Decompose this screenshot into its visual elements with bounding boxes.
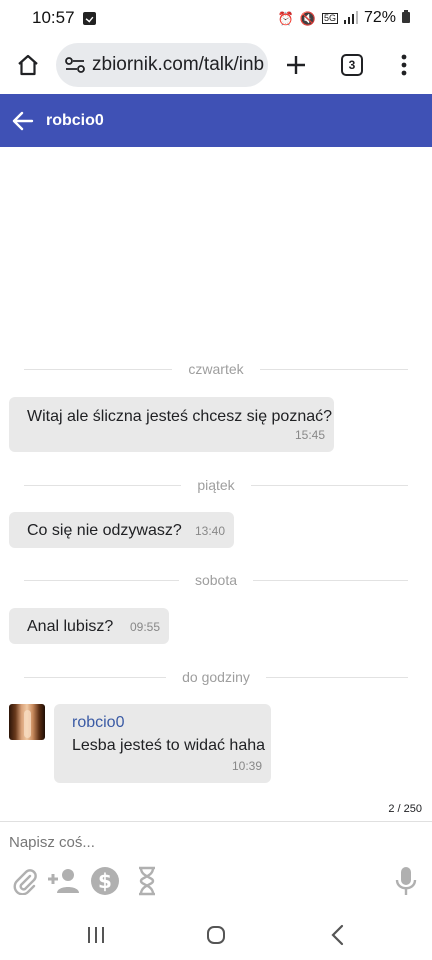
home-nav-icon — [207, 926, 225, 944]
mute-icon: 🔇 — [299, 10, 316, 26]
person-add-icon — [47, 869, 79, 893]
message-bubble[interactable]: Witaj ale śliczna jesteś chcesz się pozn… — [9, 397, 334, 452]
date-separator: sobota — [24, 570, 409, 590]
message-text: Lesba jesteś to widać haha — [72, 737, 266, 754]
date-separator: czwartek — [24, 359, 409, 379]
status-bar: 10:57 ⏰ 🔇 5G 72% — [0, 0, 432, 36]
alarm-icon: ⏰ — [277, 10, 294, 26]
message-text: Anal lubisz? — [27, 618, 114, 635]
hourglass-icon — [139, 866, 155, 896]
message-bubble[interactable]: robcio0 Lesba jesteś to widać haha 10:39 — [54, 704, 271, 783]
home-nav-button[interactable] — [203, 922, 229, 948]
battery-level: 72% — [363, 9, 396, 26]
mic-icon — [395, 867, 417, 895]
recent-apps-button[interactable] — [84, 922, 108, 948]
url-text: zbiornik.com/talk/inb — [92, 54, 265, 75]
browser-toolbar: zbiornik.com/talk/inb 3 — [0, 36, 432, 94]
message-text: Co się nie odzywasz? — [27, 522, 182, 539]
date-separator: piątek — [24, 475, 409, 495]
paperclip-icon — [13, 869, 37, 895]
address-bar[interactable]: zbiornik.com/talk/inb — [56, 43, 268, 87]
chat-header: robcio0 — [0, 94, 432, 147]
message-text: Witaj ale śliczna jesteś chcesz się pozn… — [27, 408, 333, 425]
battery-icon — [402, 10, 410, 26]
new-tab-button[interactable] — [268, 37, 324, 93]
add-person-button[interactable] — [45, 865, 80, 897]
chat-partner-name: robcio0 — [46, 111, 104, 129]
svg-text:$: $ — [98, 869, 112, 893]
avatar[interactable] — [9, 704, 45, 740]
money-button[interactable]: $ — [89, 865, 121, 897]
message-time: 15:45 — [294, 428, 325, 442]
sender-name[interactable]: robcio0 — [72, 714, 124, 732]
recent-apps-icon — [88, 927, 104, 943]
system-nav-bar — [0, 910, 432, 960]
signal-icon — [343, 10, 358, 26]
message-input[interactable]: Napisz coś... — [9, 834, 95, 851]
home-icon — [18, 54, 38, 76]
tab-switcher-button[interactable]: 3 — [324, 37, 380, 93]
back-button[interactable] — [0, 94, 46, 147]
more-vert-icon — [401, 54, 407, 76]
message-time: 13:40 — [194, 524, 225, 538]
arrow-left-icon — [12, 111, 34, 130]
home-button[interactable] — [0, 37, 56, 93]
network-type-label: 5G — [321, 12, 338, 24]
date-label: do godziny — [182, 669, 250, 685]
date-label: piątek — [197, 477, 235, 493]
composer-divider — [0, 821, 432, 822]
message-bubble[interactable]: Co się nie odzywasz? 13:40 — [9, 512, 234, 548]
date-label: sobota — [194, 572, 238, 588]
tab-count: 3 — [341, 54, 363, 76]
date-label: czwartek — [188, 361, 244, 377]
attach-button[interactable] — [11, 865, 39, 897]
message-time: 09:55 — [129, 620, 160, 634]
dollar-icon: $ — [91, 867, 119, 895]
back-nav-button[interactable] — [326, 922, 348, 948]
voice-input-button[interactable] — [394, 865, 418, 897]
browser-menu-button[interactable] — [380, 37, 428, 93]
page-counter: 2 / 250 — [388, 803, 422, 815]
site-settings-icon[interactable] — [64, 54, 86, 76]
message-time: 10:39 — [231, 759, 262, 773]
status-time: 10:57 — [32, 8, 75, 27]
message-bubble[interactable]: Anal lubisz? 09:55 — [9, 608, 169, 644]
back-nav-icon — [331, 924, 344, 946]
plus-icon — [287, 56, 305, 74]
date-separator: do godziny — [24, 667, 408, 687]
notification-icon — [82, 11, 96, 25]
timer-button[interactable] — [134, 865, 160, 897]
